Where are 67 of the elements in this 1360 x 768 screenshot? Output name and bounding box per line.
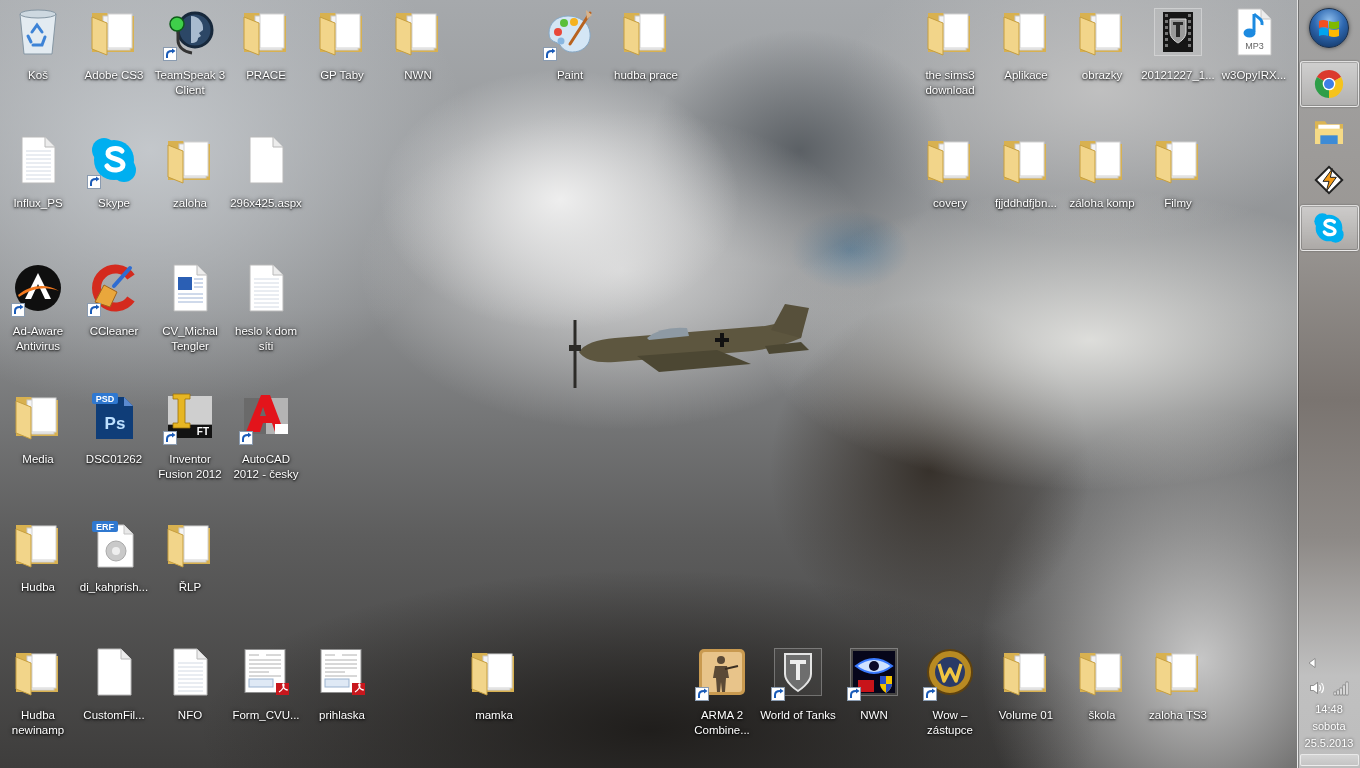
desktop-item[interactable]: Media bbox=[0, 384, 76, 469]
desktop-item[interactable]: NWN bbox=[836, 640, 912, 725]
desktop-item[interactable]: Ad-Aware Antivirus bbox=[0, 256, 76, 356]
desktop-item[interactable]: Aplikace bbox=[988, 0, 1064, 85]
desktop-item[interactable]: Filmy bbox=[1140, 128, 1216, 213]
eye-tile-icon bbox=[850, 648, 898, 696]
document-thumbnail-icon bbox=[318, 648, 366, 696]
desktop-item[interactable]: Adobe CS3 bbox=[76, 0, 152, 85]
desktop-item[interactable]: Wow – zástupce bbox=[912, 640, 988, 740]
tricolor-ball-icon bbox=[1313, 68, 1345, 100]
desktop-item[interactable]: záloha komp bbox=[1064, 128, 1140, 213]
desktop-item[interactable]: Skype bbox=[76, 128, 152, 213]
desktop-item[interactable]: Hudba newinamp bbox=[0, 640, 76, 740]
desktop-item[interactable]: mamka bbox=[456, 640, 532, 725]
desktop-item[interactable]: zaloha bbox=[152, 128, 228, 213]
desktop-item[interactable]: hudba prace bbox=[608, 0, 684, 85]
start-button[interactable] bbox=[1309, 8, 1349, 48]
desktop-item[interactable]: Paint bbox=[532, 0, 608, 85]
file-type-label: PSD bbox=[95, 394, 115, 404]
desktop-item[interactable]: Influx_PS bbox=[0, 128, 76, 213]
desktop-item[interactable]: covery bbox=[912, 128, 988, 213]
file-type-label: ERF bbox=[96, 522, 114, 532]
desktop-item[interactable]: AutoCAD 2012 - česky bbox=[228, 384, 304, 484]
desktop-item[interactable]: 20121227_1... bbox=[1140, 0, 1216, 85]
desktop-item[interactable]: NFO bbox=[152, 640, 228, 725]
desktop-item[interactable]: Form_CVU... bbox=[228, 640, 304, 725]
file-type-label: MP3 bbox=[1245, 41, 1264, 51]
cloud-icon bbox=[90, 136, 138, 184]
desktop-item[interactable]: CCleaner bbox=[76, 256, 152, 341]
desktop-item[interactable]: NWN bbox=[380, 0, 456, 85]
desktop-item[interactable]: PRACE bbox=[228, 0, 304, 85]
desktop-item[interactable]: the sims3 download bbox=[912, 0, 988, 100]
clock[interactable]: 14:48 sobota 25.5.2013 bbox=[1304, 701, 1354, 752]
figure-tile-icon bbox=[698, 648, 746, 696]
shield-icon bbox=[774, 648, 822, 696]
desktop-item[interactable]: World of Tanks bbox=[760, 640, 836, 725]
speaker-icon[interactable] bbox=[1309, 680, 1325, 696]
cloud-icon bbox=[1313, 212, 1345, 244]
desktop-item[interactable]: ŘLP bbox=[152, 512, 228, 597]
document-thumbnail-icon bbox=[242, 648, 290, 696]
ring-emblem-icon bbox=[926, 648, 974, 696]
signal-bars-icon[interactable] bbox=[1333, 680, 1349, 696]
desktop-item[interactable]: prihlaska bbox=[304, 640, 380, 725]
desktop-item[interactable]: GP Taby bbox=[304, 0, 380, 85]
desktop-item[interactable]: PSD Ps DSC01262 bbox=[76, 384, 152, 469]
caret-icon[interactable] bbox=[1308, 658, 1316, 668]
desktop-item[interactable]: škola bbox=[1064, 640, 1140, 725]
brush-icon bbox=[90, 264, 138, 312]
desktop-item[interactable]: Koš bbox=[0, 0, 76, 85]
desktop-item[interactable]: Volume 01 bbox=[988, 640, 1064, 725]
desktop-item[interactable]: MP3 w3OpyIRX... bbox=[1216, 0, 1292, 85]
app-initials: Ps bbox=[104, 414, 126, 433]
desktop-item[interactable]: CustomFil... bbox=[76, 640, 152, 725]
desktop-item[interactable]: 296x425.aspx bbox=[228, 128, 304, 213]
desktop-item[interactable]: ARMA 2 Combine... bbox=[684, 640, 760, 740]
desktop-item[interactable]: zaloha TS3 bbox=[1140, 640, 1216, 725]
palette-icon bbox=[546, 8, 594, 56]
desktop-item[interactable]: FT Inventor Fusion 2012 bbox=[152, 384, 228, 484]
chevron-disc-icon bbox=[14, 264, 62, 312]
desktop-item[interactable]: fjjddhdfjbn... bbox=[988, 128, 1064, 213]
desktop-item[interactable]: ERF di_kahprish... bbox=[76, 512, 152, 597]
video-thumbnail-icon bbox=[1154, 8, 1202, 56]
desktop-item[interactable]: Hudba bbox=[0, 512, 76, 597]
desktop-item[interactable]: TeamSpeak 3 Client bbox=[152, 0, 228, 100]
desktop-item[interactable]: heslo k dom síti bbox=[228, 256, 304, 356]
desktop-item[interactable]: CV_Michal Tengler bbox=[152, 256, 228, 356]
product-label: FT bbox=[196, 426, 209, 437]
